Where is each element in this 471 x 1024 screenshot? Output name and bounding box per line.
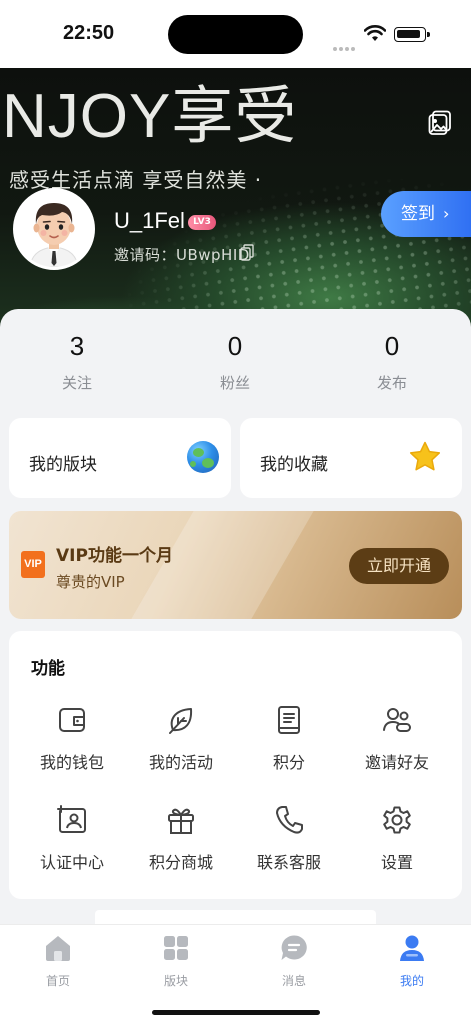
users-icon [383, 708, 411, 732]
function-wallet[interactable]: 我的钱包 [22, 703, 122, 773]
home-icon [46, 936, 70, 961]
function-label: 邀请好友 [364, 753, 429, 772]
tab-label: 版块 [163, 974, 188, 988]
profile-page: 22:50 NJOY享受 感受生活点滴 享受自然美 · U_1Fel LV3 邀… [0, 0, 471, 1024]
function-invite[interactable]: 邀请好友 [347, 703, 447, 773]
home-indicator [152, 1010, 320, 1015]
grid-icon [164, 936, 188, 960]
signin-label: 签到 [401, 204, 435, 224]
profile-content: 3 关注 0 粉丝 0 发布 我的版块 我的收藏 VIP VIP功能一个月 尊贵… [0, 309, 471, 929]
my-favorites-card[interactable]: 我的收藏 [240, 418, 462, 498]
invite-code: 邀请码：UBwpHID [114, 246, 250, 264]
change-background-icon[interactable] [428, 110, 452, 136]
gear-icon [383, 806, 411, 834]
stat-value: 0 [227, 331, 243, 361]
stat-posts[interactable]: 0 发布 [332, 331, 452, 393]
wifi-icon [364, 25, 386, 41]
my-favorites-label: 我的收藏 [260, 455, 328, 475]
chat-icon [281, 935, 307, 960]
tab-home[interactable]: 首页 [13, 933, 103, 989]
vip-activate-button[interactable]: 立即开通 [349, 548, 449, 584]
tab-label: 消息 [281, 974, 306, 988]
status-bar: 22:50 [0, 0, 471, 68]
signin-button[interactable]: 签到 › [381, 191, 471, 237]
tab-bar: 首页 版块 消息 我的 [0, 924, 471, 1024]
vip-subtitle: 尊贵的VIP [56, 573, 125, 591]
stat-value: 3 [69, 331, 85, 361]
function-verification[interactable]: 认证中心 [22, 803, 122, 873]
vip-logo-icon: VIP [21, 551, 45, 578]
chevron-right-icon: › [443, 204, 450, 223]
tab-sections[interactable]: 版块 [131, 933, 221, 989]
function-label: 积分商城 [148, 853, 213, 872]
tab-messages[interactable]: 消息 [249, 933, 339, 989]
person-icon [400, 935, 424, 961]
status-time: 22:50 [63, 22, 115, 44]
phone-icon [276, 806, 303, 834]
function-label: 我的活动 [148, 753, 213, 772]
avatar[interactable] [13, 188, 95, 270]
my-sections-card[interactable]: 我的版块 [9, 418, 231, 498]
wallet-icon [59, 708, 85, 732]
function-settings[interactable]: 设置 [347, 803, 447, 873]
tab-mine[interactable]: 我的 [367, 933, 457, 989]
stat-value: 0 [384, 331, 400, 361]
function-support[interactable]: 联系客服 [239, 803, 339, 873]
star-icon [409, 441, 441, 471]
stats-row: 3 关注 0 粉丝 0 发布 [0, 331, 471, 411]
level-badge: LV3 [188, 215, 216, 230]
vip-title: VIP功能一个月 [56, 546, 173, 566]
avatar-cartoon-icon [16, 191, 92, 267]
function-points[interactable]: 积分 [239, 703, 339, 773]
leaf-icon [169, 708, 193, 734]
function-label: 设置 [380, 853, 413, 872]
function-label: 认证中心 [39, 853, 104, 872]
stat-following[interactable]: 3 关注 [17, 331, 137, 393]
functions-card: 功能 我的钱包 我的活动 积分 邀请好友 认证中心 积分商城 联系客服 设置 [9, 631, 462, 899]
function-label: 联系客服 [256, 853, 321, 872]
stat-label: 粉丝 [219, 374, 250, 393]
book-icon [278, 706, 300, 734]
username: U_1Fel [114, 208, 185, 233]
function-activities[interactable]: 我的活动 [131, 703, 231, 773]
globe-icon [187, 441, 219, 473]
stat-label: 关注 [61, 374, 92, 393]
tab-label: 我的 [399, 974, 424, 988]
dynamic-island [168, 15, 303, 54]
functions-heading: 功能 [31, 659, 65, 679]
id-card-icon [57, 805, 86, 833]
function-points-mall[interactable]: 积分商城 [131, 803, 231, 873]
my-sections-label: 我的版块 [29, 455, 97, 475]
function-label: 积分 [272, 753, 305, 772]
function-label: 我的钱包 [39, 753, 104, 772]
vip-banner[interactable]: VIP VIP功能一个月 尊贵的VIP 立即开通 [9, 511, 462, 619]
hero-title: NJOY享受 [2, 82, 298, 151]
tab-label: 首页 [45, 974, 70, 988]
signal-icon [333, 36, 359, 51]
profile-header: NJOY享受 感受生活点滴 享受自然美 · U_1Fel LV3 邀请码：UBw… [0, 68, 471, 330]
stat-followers[interactable]: 0 粉丝 [175, 331, 295, 393]
stat-label: 发布 [376, 374, 407, 393]
gift-icon [168, 808, 194, 834]
copy-icon[interactable] [240, 244, 254, 261]
battery-icon [394, 27, 430, 42]
